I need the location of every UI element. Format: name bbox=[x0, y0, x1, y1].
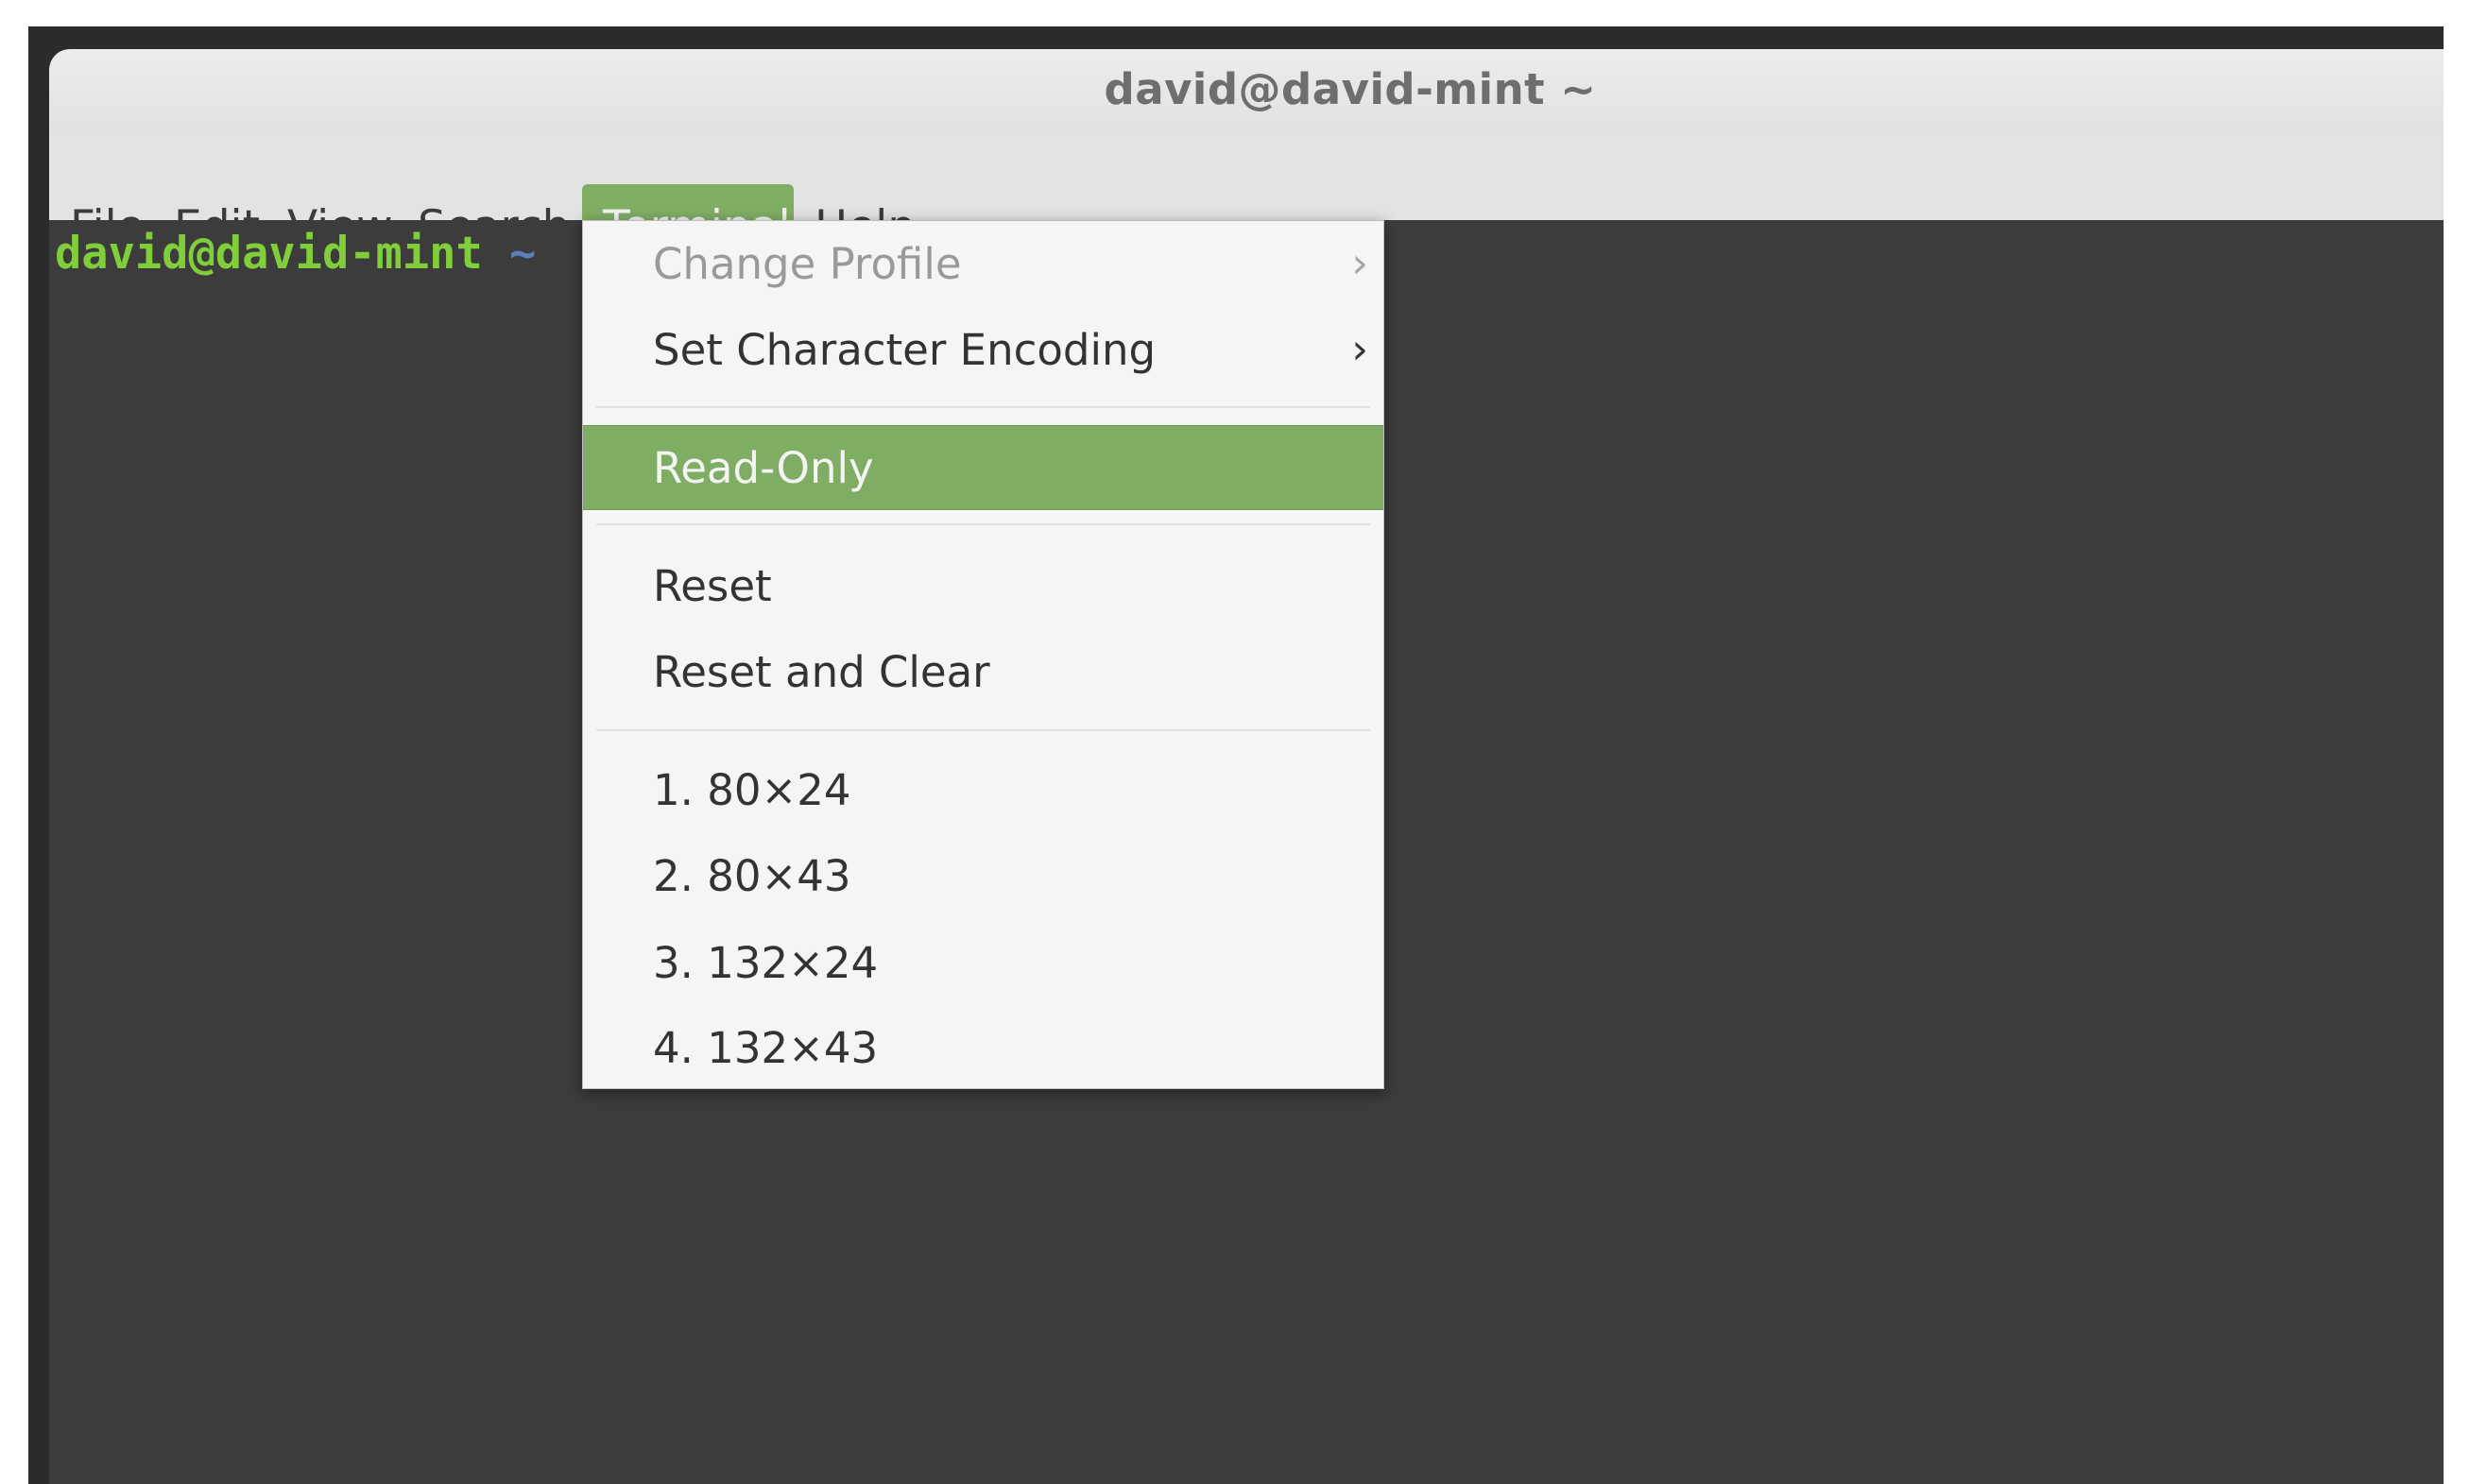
shell-prompt: david@david-mint ~ bbox=[55, 228, 536, 280]
menu-item-label: Change Profile bbox=[653, 238, 962, 289]
window-title: david@david-mint ~ bbox=[1104, 64, 1597, 114]
chevron-right-icon: › bbox=[1351, 239, 1368, 288]
prompt-path: ~ bbox=[509, 228, 537, 280]
menu-item-label: Set Character Encoding bbox=[653, 324, 1157, 375]
menu-item-reset-and-clear[interactable]: Reset and Clear bbox=[583, 629, 1383, 714]
menu-item-change-profile[interactable]: Change Profile › bbox=[583, 221, 1383, 306]
menu-item-size-132x24[interactable]: 3. 132×24 bbox=[583, 920, 1383, 1005]
menu-item-size-132x43[interactable]: 4. 132×43 bbox=[583, 1005, 1383, 1090]
menu-separator bbox=[596, 729, 1370, 731]
menu-item-label: Reset bbox=[653, 560, 772, 611]
menu-item-label: 2. 80×43 bbox=[653, 850, 851, 901]
prompt-user: david@david-mint bbox=[55, 228, 483, 280]
menu-item-label: Reset and Clear bbox=[653, 646, 990, 697]
menu-separator bbox=[596, 406, 1370, 408]
menu-item-reset[interactable]: Reset bbox=[583, 543, 1383, 628]
menu-item-size-80x24[interactable]: 1. 80×24 bbox=[583, 747, 1383, 832]
menu-item-label: 4. 132×43 bbox=[653, 1022, 879, 1073]
menu-item-label: Read-Only bbox=[653, 442, 874, 493]
menu-item-size-80x43[interactable]: 2. 80×43 bbox=[583, 833, 1383, 918]
menu-item-label: 3. 132×24 bbox=[653, 937, 879, 988]
menu-item-read-only[interactable]: Read-Only bbox=[583, 425, 1383, 510]
chevron-right-icon: › bbox=[1351, 325, 1368, 374]
menu-item-label: 1. 80×24 bbox=[653, 764, 851, 815]
title-bar[interactable]: david@david-mint ~ bbox=[49, 49, 2444, 129]
terminal-menu-dropdown: Change Profile › Set Character Encoding … bbox=[582, 220, 1384, 1089]
menu-item-set-character-encoding[interactable]: Set Character Encoding › bbox=[583, 307, 1383, 392]
menu-separator bbox=[596, 523, 1370, 525]
